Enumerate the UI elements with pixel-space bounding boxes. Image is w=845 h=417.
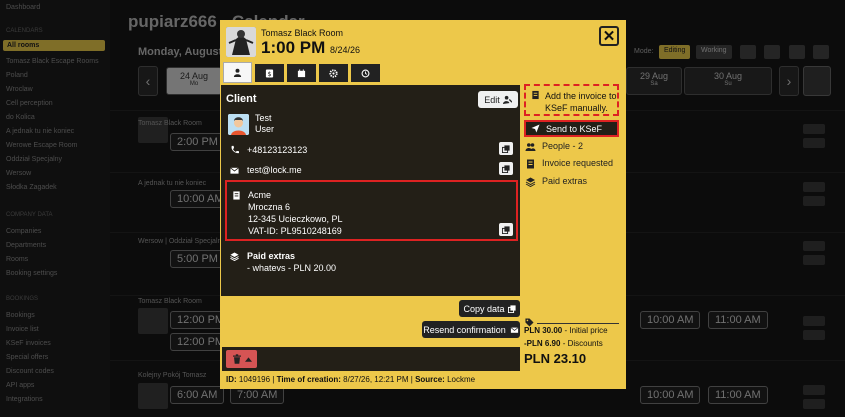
booking-meta: ID: 1049196 | Time of creation: 8/27/26,… [226,375,476,384]
client-title: Client [226,93,257,105]
phone-icon [228,143,240,155]
booking-date: 8/24/26 [329,45,361,55]
client-phone: +48123123123 [247,145,308,155]
envelope-icon [510,326,519,333]
history-icon [361,69,370,77]
dollar-icon: $ [265,68,274,78]
booking-time: 1:00 PM 8/24/26 [261,38,361,57]
ksef-manual-button[interactable]: Add the invoice to KSeF manually. [524,84,619,116]
tab-history[interactable] [351,64,380,82]
footer-actions [222,347,520,371]
invoice-vat: VAT-ID: PL9510248169 [248,226,342,236]
user-edit-icon [502,95,512,104]
copy-data-button[interactable]: Copy data [459,300,520,317]
discounts: -PLN 6.90 - Discounts [524,339,603,348]
client-name: Test User [255,113,275,134]
edit-client-button[interactable]: Edit [478,91,518,108]
invoice-street: Mroczna 6 [248,202,291,212]
paid-extras-item: - whatevs - PLN 20.00 [247,263,337,273]
client-email: test@lock.me [247,165,302,175]
initial-price: PLN 30.00 - Initial price [524,326,608,335]
people-item: People - 2 [525,141,583,152]
user-icon [233,68,242,77]
people-icon [525,142,536,151]
layers-icon [228,250,240,262]
paid-extras-item: Paid extras [525,176,587,187]
copy-invoice-button[interactable] [499,223,513,236]
invoice-details: Acme Mroczna 6 12-345 Ucieczkowo, PL VAT… [225,180,518,241]
total-price: PLN 23.10 [524,351,587,366]
copy-email-button[interactable] [499,162,513,175]
layers-icon [525,177,536,187]
paid-extras-title: Paid extras [247,251,296,261]
invoice-company: Acme [248,190,272,200]
tab-payment[interactable]: $ [255,64,284,82]
copy-icon [502,225,510,234]
invoice-icon [230,189,242,201]
room-name: Tomasz Black Room [261,28,344,38]
tab-client[interactable] [223,62,252,83]
calendar-icon [297,68,306,77]
envelope-icon [228,164,240,176]
client-avatar [228,114,249,135]
tab-settings[interactable] [319,64,348,82]
send-icon [531,124,540,133]
invoice-icon [527,159,534,169]
client-panel: Client Edit Test User +48123123123 test@l… [221,85,520,296]
close-icon: ✕ [602,27,616,45]
resend-confirmation-button[interactable]: Resend confirmation [422,321,520,338]
copy-icon [507,304,516,313]
trash-icon [232,354,241,364]
copy-phone-button[interactable] [499,142,513,155]
svg-text:$: $ [267,71,271,78]
copy-icon [502,144,510,153]
send-to-ksef-button[interactable]: Send to KSeF [524,120,619,137]
room-avatar [226,27,256,57]
gear-icon [329,68,338,78]
booking-modal: Tomasz Black Room 1:00 PM 8/24/26 ✕ $ Cl… [220,20,626,389]
file-icon [532,90,539,100]
close-button[interactable]: ✕ [599,26,619,46]
tab-calendar[interactable] [287,64,316,82]
invoice-city: 12-345 Ucieczkowo, PL [248,214,343,224]
invoice-address: Acme Mroczna 6 12-345 Ucieczkowo, PL VAT… [248,189,343,237]
delete-menu-button[interactable] [226,350,257,368]
invoice-requested-item: Invoice requested [525,158,613,169]
price-divider [537,323,619,324]
copy-icon [502,164,510,173]
caret-up-icon [244,356,252,362]
